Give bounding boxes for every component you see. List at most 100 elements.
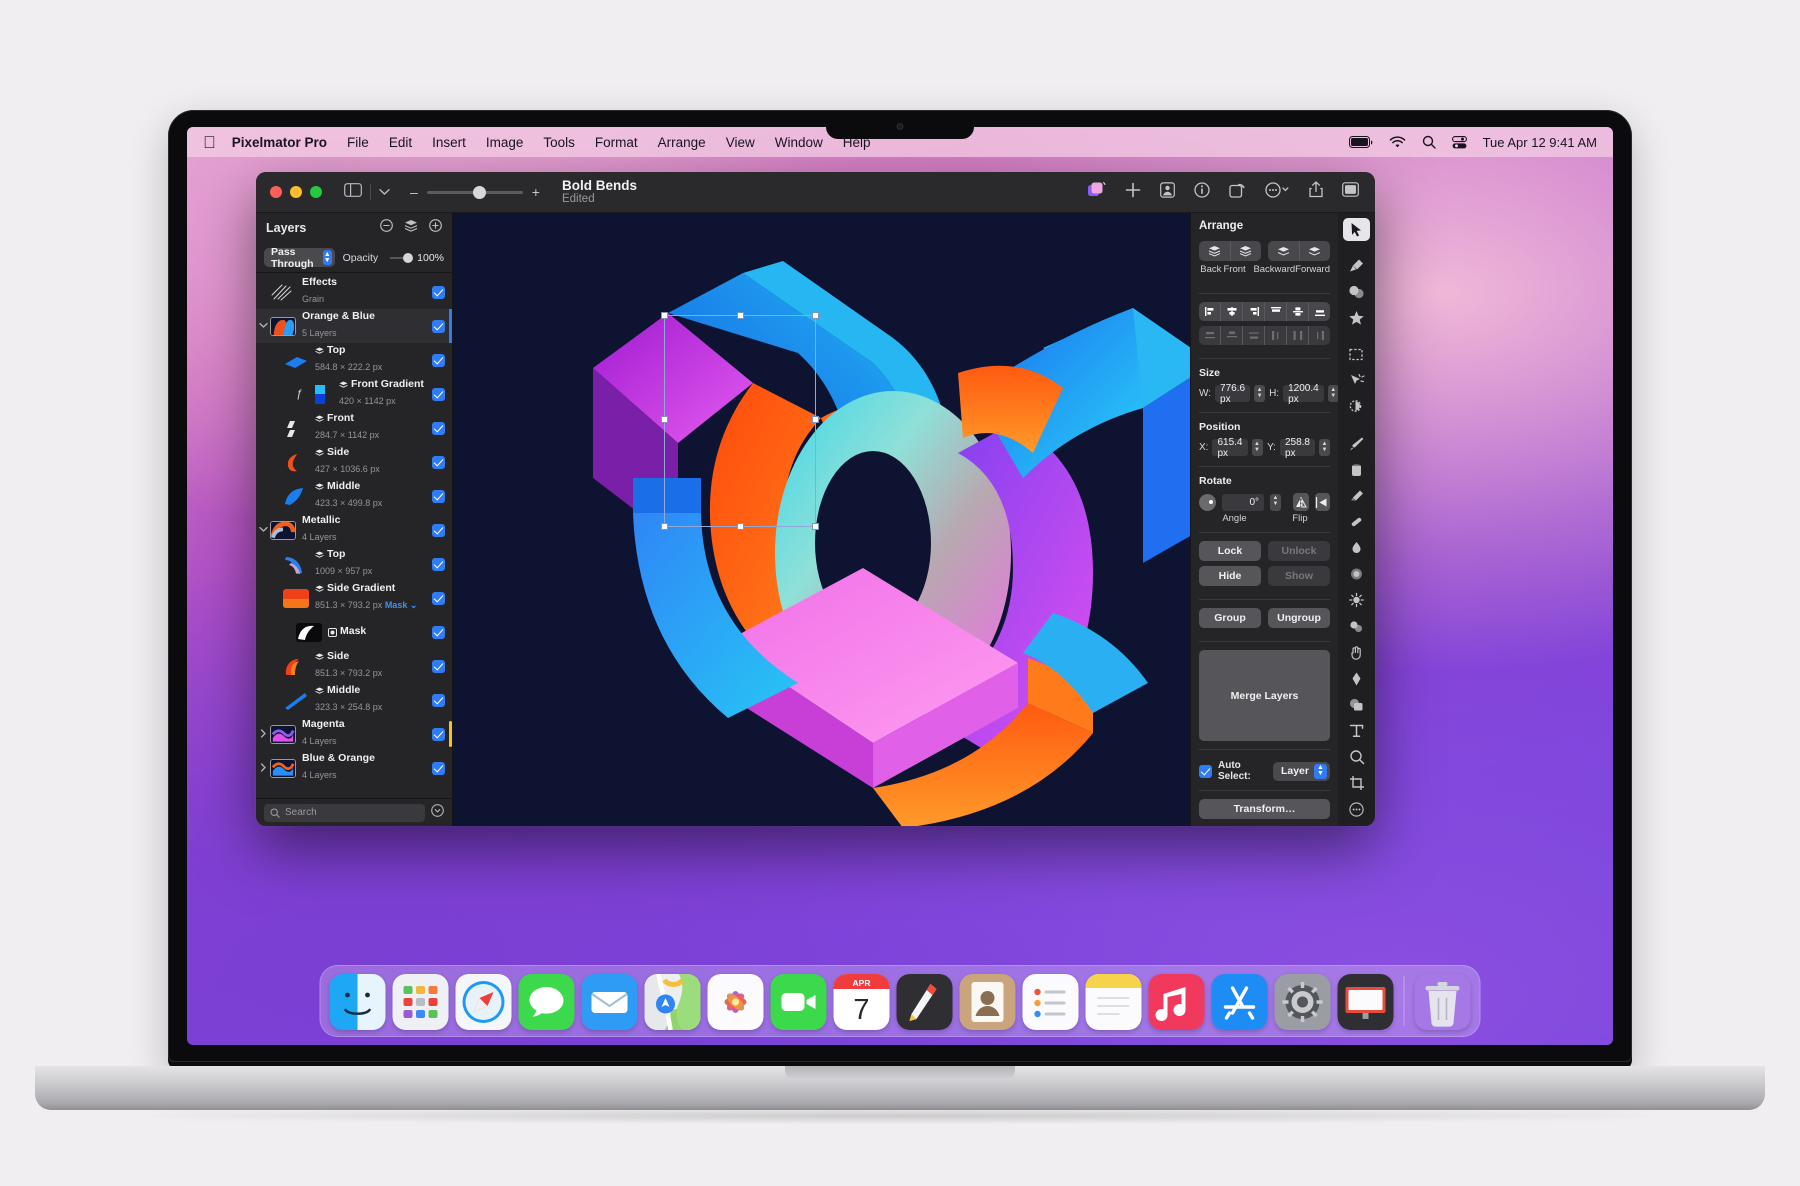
battery-icon[interactable]	[1348, 135, 1373, 149]
layer-row-front[interactable]: Front 284.7 × 1142 px	[256, 411, 452, 445]
distribute-right-button[interactable]	[1308, 326, 1330, 345]
eraser-tool[interactable]	[1343, 484, 1370, 507]
x-stepper[interactable]: ▲ ▼	[1251, 439, 1263, 456]
layer-visibility-checkbox[interactable]	[432, 421, 445, 435]
selection-handle-middle-right[interactable]	[812, 416, 819, 423]
dock-item-trash[interactable]	[1415, 974, 1471, 1030]
selection-handle-top-right[interactable]	[812, 312, 819, 319]
type-tool[interactable]	[1343, 719, 1370, 742]
layer-visibility-checkbox[interactable]	[432, 285, 445, 299]
layer-visibility-checkbox[interactable]	[432, 727, 445, 741]
selection-handle-bottom-left[interactable]	[661, 523, 668, 530]
magic-wand-tool[interactable]	[1343, 396, 1370, 419]
dock-item-maps[interactable]	[644, 974, 701, 1030]
layers-stack-icon[interactable]	[404, 219, 418, 237]
menu-item-window[interactable]: Window	[775, 135, 823, 150]
y-input[interactable]: 258.8 px	[1279, 437, 1315, 459]
dock-item-facetime[interactable]	[770, 974, 827, 1030]
dock-item-reminders[interactable]	[1022, 974, 1079, 1030]
document-canvas[interactable]	[453, 213, 1190, 826]
angle-input[interactable]: 0°	[1222, 493, 1264, 511]
disclosure-triangle-icon[interactable]	[256, 525, 270, 535]
layer-row-orange-blue[interactable]: Orange & Blue 5 Layers	[256, 309, 452, 343]
blend-mode-select[interactable]: Pass Through ▲ ▼	[264, 246, 335, 270]
minimize-button[interactable]	[290, 186, 302, 198]
bring-forward-button[interactable]	[1298, 241, 1331, 261]
menu-item-arrange[interactable]: Arrange	[658, 135, 706, 150]
mask-link[interactable]: Mask ⌄	[382, 600, 418, 610]
width-input[interactable]: 776.6 px	[1215, 383, 1251, 405]
bring-to-front-button[interactable]	[1229, 241, 1262, 261]
send-to-back-button[interactable]	[1199, 241, 1230, 261]
ml-layers-icon[interactable]	[1087, 181, 1106, 204]
menu-item-format[interactable]: Format	[595, 135, 638, 150]
height-input[interactable]: 1200.4 px	[1283, 383, 1324, 405]
layer-row-side[interactable]: Side 851.3 × 793.2 px	[256, 649, 452, 683]
dock-item-launchpad[interactable]	[392, 974, 449, 1030]
align-center-horizontal-button[interactable]	[1220, 302, 1242, 321]
distribute-top-button[interactable]	[1199, 326, 1220, 345]
dock-item-appstore[interactable]	[1211, 974, 1268, 1030]
align-top-button[interactable]	[1264, 302, 1286, 321]
layer-row-top[interactable]: Top 1009 × 957 px	[256, 547, 452, 581]
close-button[interactable]	[270, 186, 282, 198]
menu-item-file[interactable]: File	[347, 135, 369, 150]
align-right-button[interactable]	[1242, 302, 1264, 321]
more-tools[interactable]	[1343, 798, 1370, 821]
distribute-middle-button[interactable]	[1220, 326, 1242, 345]
merge-layers-button[interactable]: Merge Layers	[1199, 650, 1330, 741]
layer-row-mask[interactable]: Mask	[256, 615, 452, 649]
group-button[interactable]: Group	[1199, 608, 1261, 628]
zoom-tool[interactable]	[1343, 746, 1370, 769]
search-filter-icon[interactable]	[431, 803, 444, 822]
control-center-icon[interactable]	[1451, 135, 1467, 149]
menu-item-tools[interactable]: Tools	[543, 135, 575, 150]
selection-handle-bottom-center[interactable]	[737, 523, 744, 530]
align-bottom-button[interactable]	[1308, 302, 1330, 321]
dock-item-music[interactable]	[1148, 974, 1205, 1030]
layer-visibility-checkbox[interactable]	[432, 489, 445, 503]
dock-item-photos[interactable]	[707, 974, 764, 1030]
menu-item-view[interactable]: View	[726, 135, 755, 150]
dock-item-pixelmator[interactable]	[896, 974, 953, 1030]
layer-visibility-checkbox[interactable]	[432, 523, 445, 537]
layer-visibility-checkbox[interactable]	[432, 761, 445, 775]
repair-tool[interactable]	[1343, 510, 1370, 533]
disclosure-triangle-icon[interactable]	[256, 321, 270, 331]
distribute-bottom-button[interactable]	[1242, 326, 1264, 345]
hide-button[interactable]: Hide	[1199, 566, 1261, 586]
lighten-tool[interactable]	[1343, 589, 1370, 612]
menu-bar-clock[interactable]: Tue Apr 12 9:41 AM	[1483, 135, 1597, 150]
selection-bounding-box[interactable]	[661, 312, 819, 530]
maximize-button[interactable]	[310, 186, 322, 198]
dock-item-finder[interactable]	[329, 974, 386, 1030]
layer-visibility-checkbox[interactable]	[432, 455, 445, 469]
search-input[interactable]: Search	[264, 803, 425, 822]
send-backward-button[interactable]	[1268, 241, 1299, 261]
align-left-button[interactable]	[1199, 302, 1220, 321]
hand-tool[interactable]	[1343, 641, 1370, 664]
quick-select-tool[interactable]	[1343, 369, 1370, 392]
disclosure-triangle-icon[interactable]	[256, 728, 270, 740]
opacity-slider-knob[interactable]	[403, 252, 414, 263]
color-adjust-tool[interactable]	[1343, 281, 1370, 304]
layer-visibility-checkbox[interactable]	[432, 353, 445, 367]
layer-row-side[interactable]: Side 427 × 1036.6 px	[256, 445, 452, 479]
clone-stamp-tool[interactable]	[1343, 615, 1370, 638]
zoom-in-button[interactable]: +	[532, 184, 540, 200]
layer-list[interactable]: Effects Grain Orange & Blue 5 Layers Top 584.…	[256, 273, 452, 798]
add-icon[interactable]	[1125, 182, 1141, 203]
dock-item-safari[interactable]	[455, 974, 512, 1030]
ungroup-button[interactable]: Ungroup	[1268, 608, 1330, 628]
zoom-out-button[interactable]: –	[410, 184, 418, 200]
paint-bucket-tool[interactable]	[1343, 458, 1370, 481]
smudge-tool[interactable]	[1343, 537, 1370, 560]
arrow-tool[interactable]	[1343, 218, 1370, 242]
wifi-icon[interactable]	[1389, 135, 1406, 149]
sidebar-toggle-icon[interactable]	[344, 182, 362, 202]
y-stepper[interactable]: ▲ ▼	[1319, 439, 1330, 456]
layer-visibility-checkbox[interactable]	[432, 625, 445, 639]
layer-row-side-gradient[interactable]: Side Gradient 851.3 × 793.2 px Mask ⌄	[256, 581, 452, 615]
selection-handle-top-left[interactable]	[661, 312, 668, 319]
angle-stepper[interactable]: ▲ ▼	[1270, 493, 1281, 511]
